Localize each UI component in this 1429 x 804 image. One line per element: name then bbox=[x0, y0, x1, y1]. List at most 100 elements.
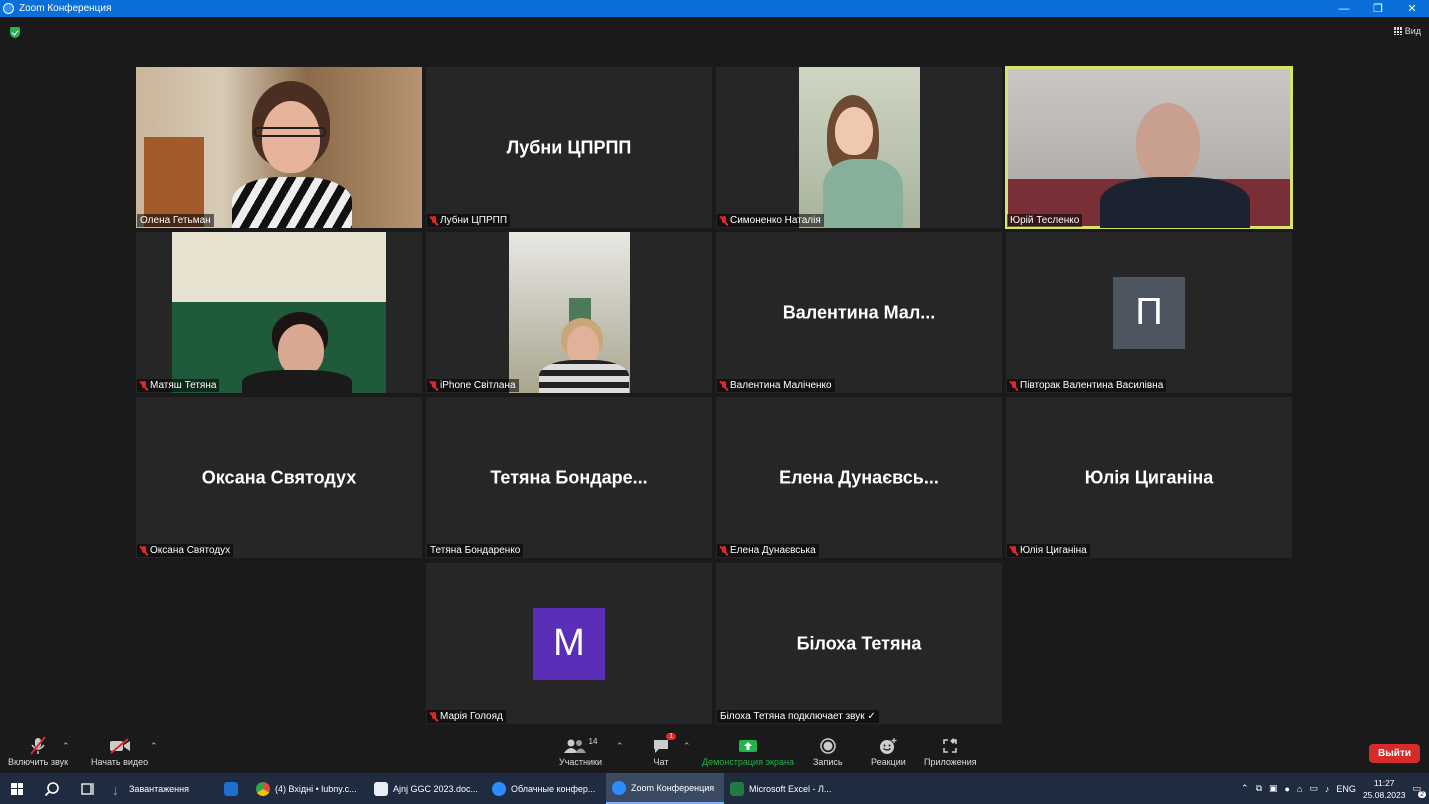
participant-tile[interactable]: М Марія Голояд bbox=[426, 563, 712, 724]
start-video-label: Начать видео bbox=[91, 757, 149, 767]
audio-options-chevron-icon[interactable]: ⌃ bbox=[62, 741, 70, 752]
meeting-toolbar: Включить звук ⌃ Начать видео ⌃ 14 Участн… bbox=[0, 732, 1429, 773]
mic-muted-icon bbox=[1010, 545, 1018, 556]
participant-avatar: М bbox=[533, 607, 605, 680]
tray-overflow-chevron-icon[interactable]: ⌃ bbox=[1241, 783, 1249, 794]
chat-button[interactable]: 1 Чат bbox=[652, 733, 676, 767]
participant-tile[interactable]: Олена Гетьман bbox=[136, 67, 422, 228]
share-screen-button[interactable]: Демонстрация экрана bbox=[702, 735, 794, 767]
video-gallery: Олена Гетьман Лубни ЦПРПП Лубни ЦПРПП Си… bbox=[0, 47, 1429, 732]
participant-video bbox=[1008, 69, 1290, 228]
search-button[interactable] bbox=[34, 773, 70, 804]
participant-display-name: Тетяна Бондаре... bbox=[490, 467, 648, 487]
view-button[interactable]: Вид bbox=[1393, 26, 1421, 36]
participant-tile[interactable]: iPhone Світлана bbox=[426, 232, 712, 393]
participants-options-chevron-icon[interactable]: ⌃ bbox=[616, 741, 624, 752]
participant-tile[interactable]: Білоха Тетяна Білоха Тетяна подключает з… bbox=[716, 563, 1002, 724]
zoom-icon bbox=[612, 780, 626, 795]
tray-app-icon[interactable]: ⧉ bbox=[1256, 783, 1262, 794]
participant-tile[interactable]: Тетяна Бондаре... Тетяна Бондаренко bbox=[426, 397, 712, 558]
participant-display-name: Елена Дунаєвсь... bbox=[779, 467, 939, 487]
share-screen-label: Демонстрация экрана bbox=[702, 757, 794, 767]
chat-options-chevron-icon[interactable]: ⌃ bbox=[683, 741, 691, 752]
task-view-icon bbox=[81, 782, 94, 795]
start-button[interactable] bbox=[0, 773, 34, 804]
tray-mic-icon[interactable]: ● bbox=[1285, 784, 1290, 794]
apps-button[interactable]: Приложения bbox=[924, 735, 977, 767]
tray-shield-icon[interactable]: ▣ bbox=[1269, 783, 1278, 794]
video-options-chevron-icon[interactable]: ⌃ bbox=[150, 741, 158, 752]
participant-tile[interactable]: Юлія Циганіна Юлія Циганіна bbox=[1006, 397, 1292, 558]
taskbar-app-cloud-meetings[interactable]: Облачные конфер... bbox=[486, 773, 606, 804]
chat-icon bbox=[654, 740, 668, 753]
system-tray: ⌃ ⧉ ▣ ● ⌂ ▭ ♪ ENG 11:27 25.08.2023 ▭ 2 bbox=[1241, 773, 1429, 804]
participant-tile[interactable]: Валентина Мал... Валентина Маліченко bbox=[716, 232, 1002, 393]
windows-logo-icon bbox=[11, 782, 23, 795]
mic-muted-icon bbox=[430, 711, 438, 722]
unmute-button[interactable]: Включить звук bbox=[8, 735, 68, 767]
participant-tile[interactable]: П Півторак Валентина Василівна bbox=[1006, 232, 1292, 393]
chrome-icon bbox=[256, 781, 270, 796]
leave-meeting-button[interactable]: Выйти bbox=[1369, 744, 1420, 763]
window-title: Zoom Конференция bbox=[19, 3, 112, 14]
active-speaker-tile[interactable]: Юрій Тесленко bbox=[1005, 66, 1293, 229]
participants-button[interactable]: 14 Участники bbox=[559, 735, 602, 768]
participant-name-tag: Тетяна Бондаренко bbox=[427, 544, 524, 557]
start-video-button[interactable]: Начать видео bbox=[91, 735, 148, 767]
meeting-top-bar: Вид bbox=[0, 17, 1429, 47]
clock-date: 25.08.2023 bbox=[1362, 789, 1406, 800]
participant-avatar: П bbox=[1113, 276, 1185, 349]
task-view-button[interactable] bbox=[70, 773, 106, 804]
participant-name-tag: Олена Гетьман bbox=[137, 214, 214, 227]
taskbar-app-mail[interactable] bbox=[218, 773, 250, 804]
taskbar-clock[interactable]: 11:27 25.08.2023 bbox=[1363, 777, 1406, 801]
mic-muted-icon bbox=[430, 215, 438, 226]
participant-video bbox=[509, 232, 630, 393]
taskbar-app-zoom-meeting[interactable]: Zoom Конференция bbox=[606, 773, 724, 804]
participant-tile[interactable]: Оксана Святодух Оксана Святодух bbox=[136, 397, 422, 558]
participant-name-tag: Валентина Маліченко bbox=[717, 379, 835, 392]
video-off-icon bbox=[109, 738, 130, 754]
notifications-button[interactable]: ▭ 2 bbox=[1412, 783, 1426, 798]
taskbar-app-document[interactable]: Ajnj GGC 2023.doc... bbox=[368, 773, 486, 804]
apps-icon bbox=[943, 738, 958, 753]
taskbar-app-chrome[interactable]: (4) Вхідні • lubny.c... bbox=[250, 773, 368, 804]
mic-muted-icon bbox=[720, 215, 728, 226]
participant-name-tag: iPhone Світлана bbox=[427, 379, 519, 392]
tray-battery-icon[interactable]: ▭ bbox=[1309, 783, 1318, 794]
participant-tile[interactable]: Матяш Тетяна bbox=[136, 232, 422, 393]
participant-display-name: Лубни ЦПРПП bbox=[506, 137, 632, 157]
encryption-shield-icon[interactable] bbox=[10, 27, 20, 38]
participant-name-tag: Оксана Святодух bbox=[137, 544, 234, 557]
close-button[interactable]: ✕ bbox=[1395, 0, 1429, 17]
taskbar-app-downloads[interactable]: ↓ Завантаження bbox=[106, 773, 218, 804]
title-bar: Zoom Конференция — ❐ ✕ bbox=[0, 0, 1429, 17]
apps-label: Приложения bbox=[924, 757, 977, 767]
restore-button[interactable]: ❐ bbox=[1361, 0, 1395, 17]
taskbar-app-excel[interactable]: Microsoft Excel - Л... bbox=[724, 773, 836, 804]
view-label: Вид bbox=[1404, 26, 1421, 36]
minimize-button[interactable]: — bbox=[1327, 0, 1361, 17]
mic-muted-icon bbox=[1010, 380, 1018, 391]
language-indicator[interactable]: ENG bbox=[1336, 784, 1356, 794]
participants-icon bbox=[563, 739, 586, 753]
tray-network-icon[interactable]: ⌂ bbox=[1297, 784, 1302, 794]
participant-name-tag: Юрій Тесленко bbox=[1007, 214, 1083, 227]
grid-icon bbox=[1393, 27, 1402, 35]
record-button[interactable]: Запись bbox=[813, 735, 843, 767]
participant-tile[interactable]: Елена Дунаєвсь... Елена Дунаєвська bbox=[716, 397, 1002, 558]
participant-name-tag: Лубни ЦПРПП bbox=[427, 214, 511, 227]
search-icon bbox=[44, 781, 59, 796]
tray-volume-icon[interactable]: ♪ bbox=[1325, 784, 1330, 794]
participant-tile[interactable]: Симоненко Наталія bbox=[716, 67, 1002, 228]
participant-name-tag: Елена Дунаєвська bbox=[717, 544, 819, 557]
reactions-button[interactable]: Реакции bbox=[871, 735, 906, 767]
participant-display-name: Оксана Святодух bbox=[201, 467, 357, 487]
share-screen-icon bbox=[738, 740, 757, 752]
participant-name-tag: Білоха Тетяна подключает звук ✓ bbox=[717, 710, 879, 723]
windows-taskbar: ↓ Завантаження (4) Вхідні • lubny.c... A… bbox=[0, 773, 1429, 804]
excel-icon bbox=[730, 781, 744, 796]
participant-tile[interactable]: Лубни ЦПРПП Лубни ЦПРПП bbox=[426, 67, 712, 228]
record-icon bbox=[820, 738, 836, 754]
participants-label: Участники bbox=[559, 757, 602, 767]
